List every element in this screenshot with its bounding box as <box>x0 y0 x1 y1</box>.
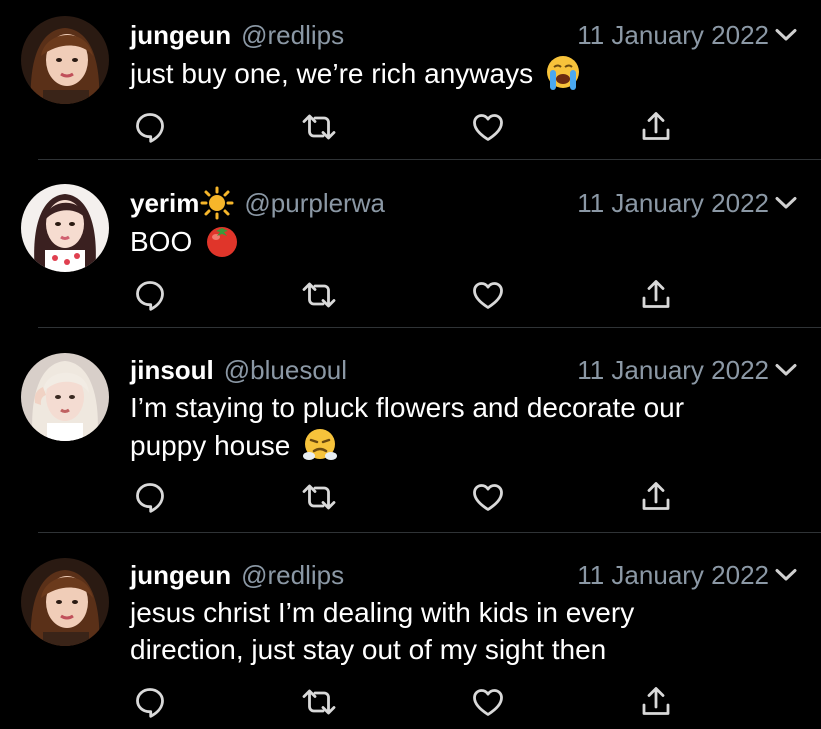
tweet-header: jungeun @redlips 11 January 2022 <box>130 18 797 52</box>
chevron-down-icon[interactable] <box>775 363 797 377</box>
share-button[interactable] <box>638 684 674 720</box>
crying-face-emoji-icon <box>546 56 579 90</box>
tweet-date[interactable]: 11 January 2022 <box>577 560 769 591</box>
tweet-text-line: I’m staying to pluck flowers and decorat… <box>130 392 685 423</box>
timeline-feed: jungeun @redlips 11 January 2022 just bu… <box>0 0 821 729</box>
like-button[interactable] <box>470 277 506 313</box>
retweet-button[interactable] <box>301 277 337 313</box>
reply-icon <box>132 479 168 515</box>
reply-button[interactable] <box>132 479 168 515</box>
retweet-icon <box>301 277 337 313</box>
tweet-text-line: puppy house <box>130 430 291 461</box>
retweet-button[interactable] <box>301 109 337 145</box>
tweet-text-line-row: puppy house <box>130 426 791 464</box>
chevron-down-icon[interactable] <box>775 196 797 210</box>
display-name[interactable]: jinsoul <box>130 355 214 386</box>
tweet-date[interactable]: 11 January 2022 <box>577 188 769 219</box>
tweet-text: I’m staying to pluck flowers and decorat… <box>130 389 791 464</box>
tweet-text-line: BOO <box>130 226 193 257</box>
like-icon <box>470 109 506 145</box>
reply-icon <box>132 109 168 145</box>
user-handle[interactable]: @purplerwa <box>244 188 385 219</box>
tweet-text-line: direction, just stay out of my sight the… <box>130 634 607 665</box>
divider <box>38 532 821 533</box>
tweet-text-line: jesus christ I’m dealing with kids in ev… <box>130 597 635 628</box>
share-button[interactable] <box>638 109 674 145</box>
chevron-down-icon[interactable] <box>775 28 797 42</box>
tomato-emoji-icon <box>207 227 238 257</box>
retweet-icon <box>301 479 337 515</box>
tweet-text-line: just buy one, we’re rich anyways <box>130 58 534 89</box>
reply-button[interactable] <box>132 109 168 145</box>
tweet-actions <box>0 479 821 519</box>
chevron-down-icon[interactable] <box>775 568 797 582</box>
like-icon <box>470 479 506 515</box>
like-button[interactable] <box>470 684 506 720</box>
tweet-header: yerim @purplerwa 11 January 2022 <box>130 186 797 220</box>
tweet-actions <box>0 277 821 317</box>
tweet[interactable]: yerim @purplerwa 11 January 2022 BOO <box>0 182 821 328</box>
retweet-button[interactable] <box>301 479 337 515</box>
display-name[interactable]: jungeun <box>130 560 231 591</box>
face-with-steam-emoji-icon <box>303 429 338 460</box>
tweet-actions <box>0 684 821 724</box>
retweet-button[interactable] <box>301 684 337 720</box>
like-button[interactable] <box>470 109 506 145</box>
tweet-actions <box>0 109 821 149</box>
display-name[interactable]: yerim <box>130 188 199 219</box>
divider <box>38 159 821 160</box>
tweet[interactable]: jungeun @redlips 11 January 2022 just bu… <box>0 14 821 160</box>
like-icon <box>470 277 506 313</box>
reply-icon <box>132 277 168 313</box>
reply-button[interactable] <box>132 684 168 720</box>
avatar[interactable] <box>21 353 109 441</box>
tweet[interactable]: jinsoul @bluesoul 11 January 2022 I’m st… <box>0 351 821 533</box>
reply-icon <box>132 684 168 720</box>
like-icon <box>470 684 506 720</box>
reply-button[interactable] <box>132 277 168 313</box>
share-icon <box>638 277 674 313</box>
divider <box>38 327 821 328</box>
retweet-icon <box>301 109 337 145</box>
user-handle[interactable]: @redlips <box>241 560 344 591</box>
tweet-header: jinsoul @bluesoul 11 January 2022 <box>130 353 797 387</box>
user-handle[interactable]: @bluesoul <box>224 355 347 386</box>
share-icon <box>638 479 674 515</box>
display-name[interactable]: jungeun <box>130 20 231 51</box>
share-button[interactable] <box>638 479 674 515</box>
tweet-date[interactable]: 11 January 2022 <box>577 20 769 51</box>
tweet-header: jungeun @redlips 11 January 2022 <box>130 558 797 592</box>
share-button[interactable] <box>638 277 674 313</box>
share-icon <box>638 109 674 145</box>
share-icon <box>638 684 674 720</box>
tweet-text: just buy one, we’re rich anyways <box>130 54 791 92</box>
avatar[interactable] <box>21 16 109 104</box>
sun-icon <box>200 186 234 220</box>
tweet-text: jesus christ I’m dealing with kids in ev… <box>130 594 791 668</box>
like-button[interactable] <box>470 479 506 515</box>
avatar[interactable] <box>21 184 109 272</box>
retweet-icon <box>301 684 337 720</box>
tweet-date[interactable]: 11 January 2022 <box>577 355 769 386</box>
tweet-text: BOO <box>130 222 791 260</box>
user-handle[interactable]: @redlips <box>241 20 344 51</box>
tweet[interactable]: jungeun @redlips 11 January 2022 jesus c… <box>0 556 821 729</box>
avatar[interactable] <box>21 558 109 646</box>
